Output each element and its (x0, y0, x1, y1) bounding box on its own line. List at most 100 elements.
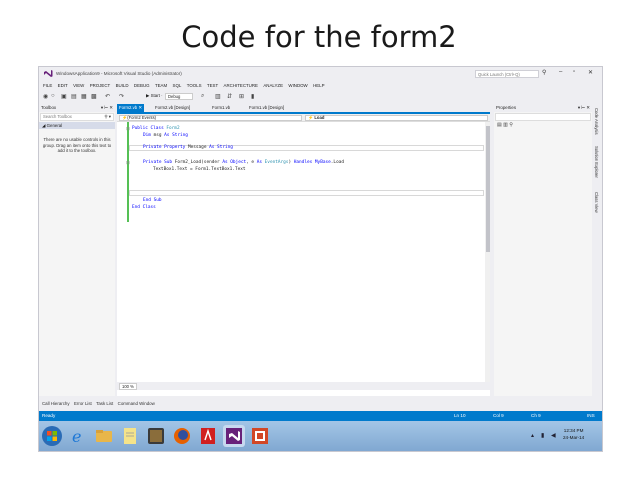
method-dropdown[interactable]: ⚡ Load (305, 115, 488, 121)
navigate-back-icon[interactable]: ◉ (43, 93, 48, 100)
powerpoint-icon[interactable] (249, 425, 271, 447)
media-player-icon[interactable] (145, 425, 167, 447)
status-column: Col 9 (493, 413, 504, 418)
class-dropdown[interactable]: ⚡(Form2 Events) (119, 115, 302, 121)
code-line-7: End Class (132, 205, 156, 210)
tab-form1-vb[interactable]: Form1.vb (210, 104, 232, 112)
tab-form2-vb[interactable]: Form2.vb ✕ (117, 104, 144, 112)
network-icon[interactable]: ▮ (541, 432, 544, 439)
alphabetical-icon[interactable]: ▥ (503, 122, 508, 128)
code-area[interactable]: ⊟ Public Class Form2 Dim msg As String P… (117, 122, 485, 382)
code-line-2: Dim msg As String (143, 133, 188, 138)
comment-icon[interactable]: ⊞ (239, 93, 244, 100)
collapse-icon[interactable]: ⊟ (126, 126, 130, 132)
categorized-icon[interactable]: ▤ (497, 122, 502, 128)
tab-form1-design[interactable]: Form1.vb [Design] (247, 104, 286, 112)
notes-icon[interactable] (119, 425, 141, 447)
collapse-icon[interactable]: ⊟ (126, 160, 130, 166)
toolbox-header: Toolbox ▾ ⊢ ✕ (39, 104, 115, 112)
menu-build[interactable]: BUILD (116, 81, 129, 90)
solution-configuration-select[interactable]: Debug (165, 93, 193, 100)
editor-vertical-scrollbar[interactable] (485, 122, 490, 382)
scrollbar-thumb[interactable] (485, 126, 490, 252)
status-ready: Ready (42, 413, 56, 418)
menu-team[interactable]: TEAM (155, 81, 167, 90)
properties-title: Properties (496, 105, 517, 110)
windows-logo-icon (42, 426, 62, 446)
toolbox-search-placeholder: Search Toolbox (43, 114, 72, 119)
tab-form2-design[interactable]: Form2.vb [Design] (153, 104, 192, 112)
toolbox-title: Toolbox (41, 105, 57, 110)
file-explorer-icon[interactable] (93, 425, 115, 447)
tab-code-analysis[interactable]: Code Analysis (594, 108, 599, 135)
status-bar: Ready Ln 10 Col 9 Ch 9 INS (39, 411, 602, 421)
menu-file[interactable]: FILE (43, 81, 52, 90)
menu-project[interactable]: PROJECT (90, 81, 111, 90)
menu-test[interactable]: TEST (207, 81, 218, 90)
internet-explorer-icon[interactable]: e (67, 425, 89, 447)
tab-error-list[interactable]: Error List (74, 399, 92, 408)
save-all-icon[interactable]: ▩ (91, 93, 97, 100)
menu-debug[interactable]: DEBUG (134, 81, 150, 90)
window-title: WindowsApplication9 - Microsoft Visual S… (56, 71, 182, 76)
properties-object-select[interactable] (495, 113, 591, 121)
adobe-reader-icon[interactable] (197, 425, 219, 447)
minimize-button[interactable]: – (559, 69, 562, 75)
close-button[interactable]: ✕ (588, 69, 593, 76)
zoom-bar: 100 % (117, 382, 490, 390)
volume-icon[interactable]: ◀ (551, 432, 556, 439)
line-separator (129, 190, 484, 196)
format-icon[interactable]: ⇵ (227, 93, 232, 100)
find-icon[interactable]: ⌕ (201, 93, 204, 100)
clock-date: 24-Mar-14 (563, 435, 585, 440)
document-tabs: Form2.vb ✕ Form2.vb [Design] Form1.vb Fo… (117, 104, 490, 112)
tab-task-list[interactable]: Task List (96, 399, 113, 408)
menu-edit[interactable]: EDIT (58, 81, 68, 90)
tab-solution-explorer[interactable]: Solution Explorer (594, 146, 599, 178)
menu-tools[interactable]: TOOLS (187, 81, 202, 90)
system-clock[interactable]: 12:34 PM 24-Mar-14 (563, 427, 584, 441)
tab-command-window[interactable]: Command Window (118, 399, 155, 408)
tab-class-view[interactable]: Class View (594, 192, 599, 213)
bookmark-icon[interactable]: ▮ (251, 93, 254, 100)
search-icon[interactable]: ⚲ (542, 69, 546, 76)
menu-analyze[interactable]: ANALYZE (263, 81, 283, 90)
layout-icon[interactable]: ▥ (215, 93, 221, 100)
status-line: Ln 10 (454, 413, 466, 418)
tray-expand-icon[interactable]: ▴ (531, 432, 534, 439)
change-margin (127, 122, 129, 222)
panel-pin-icon[interactable]: ▾ ⊢ ✕ (101, 104, 113, 112)
undo-icon[interactable]: ↶ (105, 93, 110, 100)
toolbar: ◉ ○ ▣ ▤ ▦ ▩ ↶ ↷ ▶ Start · Debug ⌕ ▥ ⇵ ⊞ … (39, 91, 602, 102)
toolbox-group-general[interactable]: ◢ General (39, 122, 115, 129)
tab-call-hierarchy[interactable]: Call Hierarchy (42, 399, 70, 408)
open-file-icon[interactable]: ▤ (71, 93, 77, 100)
quick-launch-input[interactable]: Quick Launch (Ctrl+Q) (475, 70, 539, 78)
menu-view[interactable]: VIEW (73, 81, 84, 90)
restore-button[interactable]: ▫ (573, 69, 575, 75)
search-icon[interactable]: ⚲ ▾ (104, 114, 111, 120)
svg-text:e: e (72, 427, 81, 446)
firefox-icon[interactable] (171, 425, 193, 447)
start-button[interactable] (41, 425, 63, 447)
panel-pin-icon[interactable]: ▾ ⊢ ✕ (578, 104, 590, 112)
redo-icon[interactable]: ↷ (119, 93, 124, 100)
windows-taskbar: e ▴ ▮ ◀ 12:34 PM 24-Mar-14 (39, 421, 602, 451)
toolbox-search-input[interactable]: Search Toolbox ⚲ ▾ (40, 113, 114, 121)
new-project-icon[interactable]: ▣ (61, 93, 67, 100)
menu-window[interactable]: WINDOW (288, 81, 307, 90)
code-line-5: TextBox1.Text = Form1.TextBox1.Text (153, 167, 246, 172)
properties-toolbar: ▤ ▥ ⚲ (494, 122, 592, 130)
menu-help[interactable]: HELP (313, 81, 324, 90)
toolbox-panel: Toolbox ▾ ⊢ ✕ Search Toolbox ⚲ ▾ ◢ Gener… (39, 104, 115, 396)
status-insert-mode: INS (587, 413, 595, 418)
menu-architecture[interactable]: ARCHITECTURE (224, 81, 258, 90)
start-debugging-button[interactable]: ▶ Start · (146, 93, 163, 99)
save-icon[interactable]: ▦ (81, 93, 87, 100)
zoom-level-select[interactable]: 100 % (119, 383, 137, 390)
menu-sql[interactable]: SQL (173, 81, 182, 90)
navigate-forward-icon[interactable]: ○ (51, 93, 55, 99)
property-pages-icon[interactable]: ⚲ (509, 122, 513, 128)
visual-studio-taskbar-icon[interactable] (223, 425, 245, 447)
slide-title: Code for the form2 (181, 20, 457, 54)
